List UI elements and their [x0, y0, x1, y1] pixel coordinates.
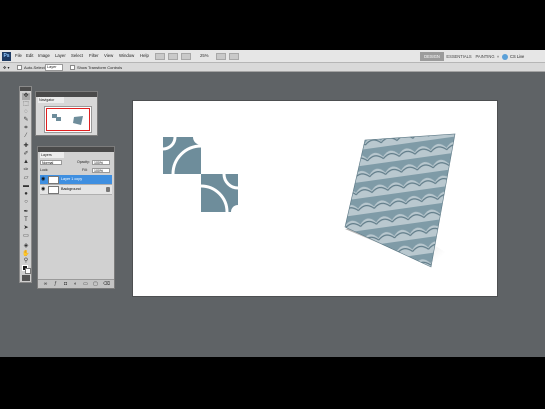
- arrange-documents-button[interactable]: [229, 53, 239, 60]
- menu-layer[interactable]: Layer: [55, 53, 66, 58]
- marquee-tool-icon[interactable]: ⬚: [22, 101, 30, 108]
- layer-style-icon[interactable]: ƒ: [53, 282, 58, 287]
- extras-button[interactable]: [181, 53, 191, 60]
- navigator-thumbnail[interactable]: [44, 106, 92, 133]
- perspective-pattern-panel[interactable]: [344, 133, 456, 268]
- move-tool-icon[interactable]: ✥ ▾: [3, 65, 9, 70]
- path-selection-tool-icon[interactable]: ➤: [22, 225, 30, 232]
- crop-tool-icon[interactable]: ⌗: [22, 125, 30, 132]
- layer-row-layer-1-copy[interactable]: ◉ Layer 1 copy: [40, 175, 112, 185]
- minibridge-button[interactable]: [168, 53, 178, 60]
- transform-controls-label: Show Transform Controls: [77, 65, 123, 70]
- move-tool-icon[interactable]: ✥: [22, 93, 30, 100]
- auto-select-dropdown[interactable]: Layer: [45, 64, 63, 71]
- transform-controls-checkbox[interactable]: [70, 65, 75, 70]
- blur-tool-icon[interactable]: ●: [22, 191, 30, 198]
- pen-tool-icon[interactable]: ✒: [22, 209, 30, 216]
- layer-name: Background: [61, 187, 81, 191]
- type-tool-icon[interactable]: T: [22, 217, 30, 224]
- menu-help[interactable]: Help: [140, 53, 149, 58]
- layer-mask-icon[interactable]: ◘: [63, 282, 68, 287]
- layers-panel-footer: ∞ ƒ ◘ ◐ ▭ ▢ ⌫: [38, 279, 114, 288]
- lock-label: Lock:: [40, 168, 49, 172]
- menu-window[interactable]: Window: [119, 53, 134, 58]
- lock-icon: [106, 187, 110, 192]
- tab-navigator[interactable]: Navigator: [38, 97, 64, 103]
- letterbox: Ps File Edit Image Layer Select Filter V…: [0, 0, 545, 409]
- artwork: [149, 123, 463, 268]
- navigator-panel: Navigator: [35, 91, 98, 136]
- workspace-essentials[interactable]: ESSENTIALS: [446, 52, 472, 61]
- navigator-view-box[interactable]: [46, 108, 90, 131]
- auto-select-checkbox[interactable]: [17, 65, 22, 70]
- healing-brush-tool-icon[interactable]: ✚: [22, 143, 30, 150]
- layer-row-background[interactable]: ◉ Background: [40, 185, 112, 195]
- menu-select[interactable]: Select: [71, 53, 83, 58]
- history-brush-tool-icon[interactable]: ✑: [22, 167, 30, 174]
- new-group-icon[interactable]: ▭: [83, 282, 88, 287]
- hand-tool-button[interactable]: [216, 53, 226, 60]
- document-canvas[interactable]: [133, 101, 497, 296]
- visibility-eye-icon[interactable]: ◉: [41, 177, 46, 182]
- link-layers-icon[interactable]: ∞: [43, 282, 48, 287]
- opacity-field[interactable]: 100%: [92, 160, 110, 165]
- adjustment-layer-icon[interactable]: ◐: [73, 282, 78, 287]
- lasso-tool-icon[interactable]: ◌: [22, 109, 30, 116]
- app-logo: Ps: [2, 52, 11, 61]
- photoshop-window: Ps File Edit Image Layer Select Filter V…: [0, 50, 545, 357]
- dodge-tool-icon[interactable]: ○: [22, 199, 30, 206]
- options-bar: ✥ ▾ Auto-Select: Layer Show Transform Co…: [0, 63, 545, 72]
- menu-edit[interactable]: Edit: [26, 53, 33, 58]
- cs-live-label[interactable]: CS Live: [510, 52, 524, 61]
- cs-live-icon: [502, 54, 508, 60]
- fill-field[interactable]: 100%: [92, 168, 110, 173]
- fill-label: Fill:: [82, 168, 88, 172]
- new-layer-icon[interactable]: ▢: [93, 282, 98, 287]
- clone-stamp-tool-icon[interactable]: ▲: [22, 159, 30, 166]
- workspace-more[interactable]: »: [496, 52, 500, 61]
- visibility-eye-icon[interactable]: ◉: [41, 187, 46, 192]
- gradient-tool-icon[interactable]: ▬: [22, 183, 30, 190]
- eyedropper-tool-icon[interactable]: ⁄: [22, 133, 30, 140]
- opacity-label: Opacity:: [77, 160, 90, 164]
- background-color-swatch[interactable]: [25, 268, 31, 274]
- quick-mask-button[interactable]: [22, 275, 30, 281]
- layer-thumbnail: [48, 186, 59, 194]
- tab-layers[interactable]: Layers: [40, 152, 64, 158]
- 3d-rotate-tool-icon[interactable]: ◈: [22, 243, 30, 250]
- tools-panel-grip[interactable]: [20, 87, 31, 91]
- quick-select-tool-icon[interactable]: ✎: [22, 117, 30, 124]
- menu-file[interactable]: File: [15, 53, 22, 58]
- bridge-button[interactable]: [155, 53, 165, 60]
- menu-filter[interactable]: Filter: [89, 53, 99, 58]
- shape-tool-icon[interactable]: ▭: [22, 233, 30, 240]
- zoom-tool-icon[interactable]: ⚲: [22, 258, 30, 265]
- zoom-level[interactable]: 25%: [200, 53, 209, 58]
- delete-layer-icon[interactable]: ⌫: [103, 282, 110, 287]
- blend-mode-dropdown[interactable]: Normal: [40, 160, 62, 165]
- tools-panel: ✥ ⬚ ◌ ✎ ⌗ ⁄ ✚ ✐ ▲ ✑ ▱ ▬ ● ○ ✒ T ➤ ▭ ◈ ✋ …: [19, 86, 32, 283]
- auto-select-label: Auto-Select:: [24, 65, 46, 70]
- layer-thumbnail: [48, 176, 59, 184]
- menu-view[interactable]: View: [104, 53, 113, 58]
- menu-bar: Ps File Edit Image Layer Select Filter V…: [0, 50, 545, 63]
- workspace-design[interactable]: DESIGN: [420, 52, 444, 61]
- workspace-painting[interactable]: PAINTING: [474, 52, 496, 61]
- layer-name: Layer 1 copy: [61, 177, 83, 181]
- brush-tool-icon[interactable]: ✐: [22, 151, 30, 158]
- eraser-tool-icon[interactable]: ▱: [22, 175, 30, 182]
- layers-panel: Layers Normal Opacity: 100% Lock: Fill: …: [37, 146, 115, 289]
- menu-image[interactable]: Image: [38, 53, 50, 58]
- hand-tool-icon[interactable]: ✋: [22, 251, 30, 258]
